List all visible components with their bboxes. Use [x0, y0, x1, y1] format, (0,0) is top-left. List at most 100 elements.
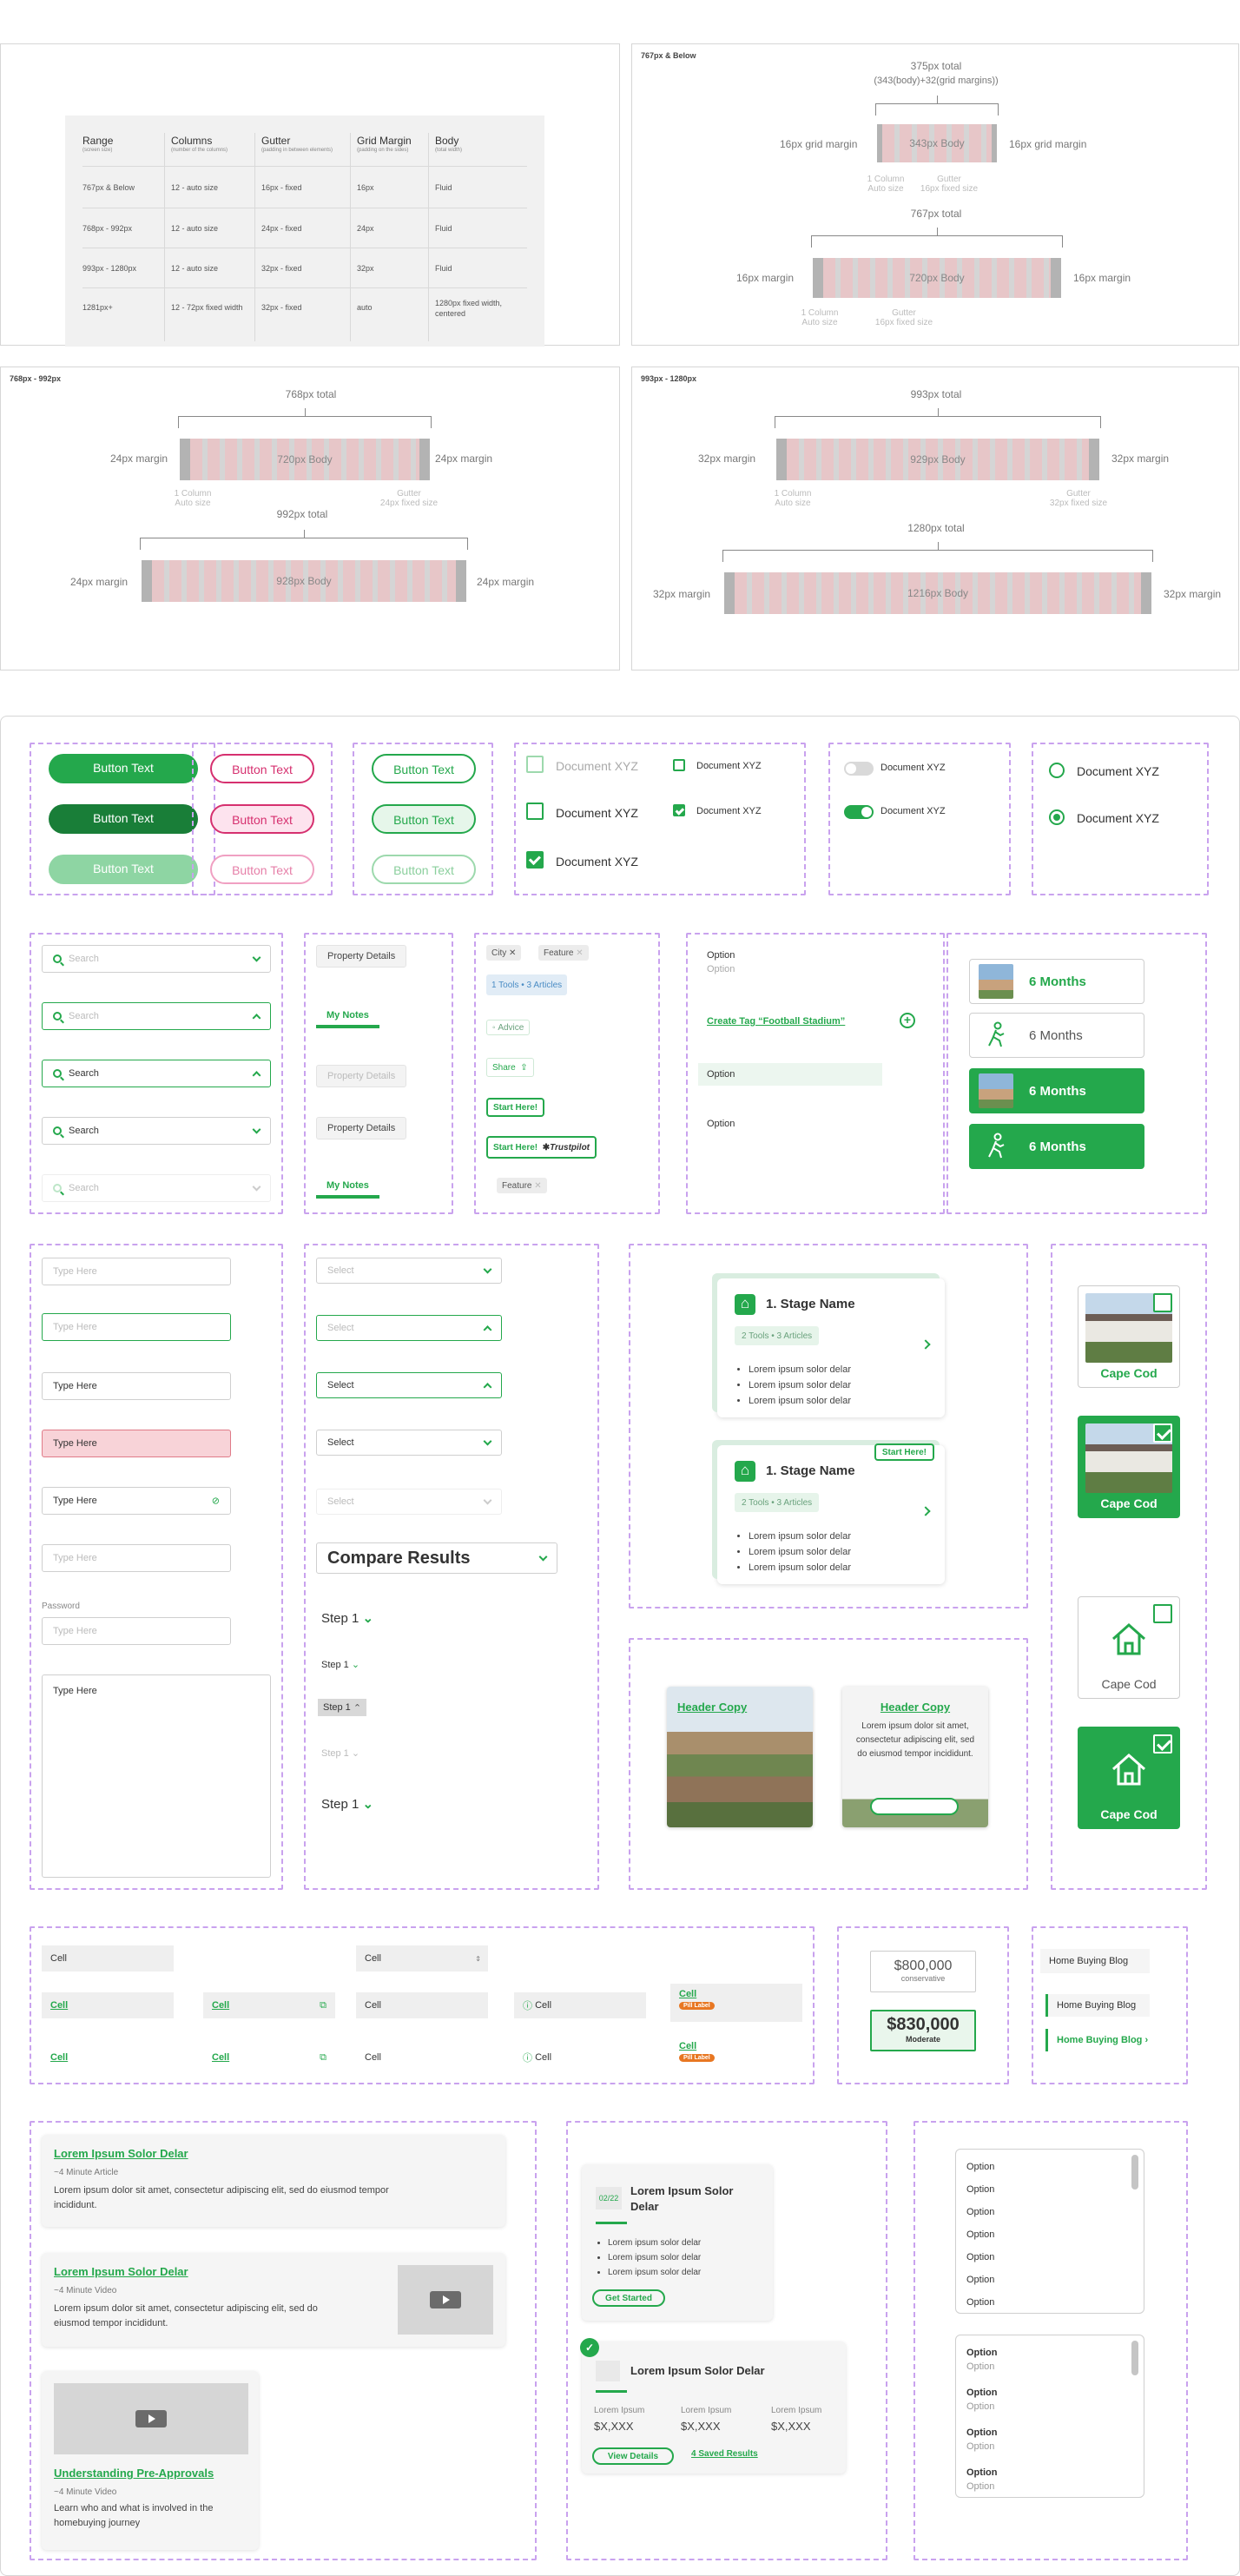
select-dropdown-open[interactable]: Select	[316, 1315, 502, 1341]
toggle-on[interactable]	[844, 805, 874, 819]
blog-link[interactable]: Home Buying Blog	[1040, 1949, 1150, 1973]
search-input-disabled[interactable]: Search	[42, 1174, 271, 1202]
outline-button-disabled[interactable]: Button Text	[372, 855, 476, 884]
toggle-off[interactable]	[844, 762, 874, 776]
select-dropdown-filled[interactable]: Select	[316, 1372, 502, 1398]
option-list-grouped[interactable]: Option Option Option Option Option Optio…	[955, 2335, 1144, 2498]
step-toggle-large[interactable]: Step 1 ⌄	[321, 1796, 373, 1812]
search-input-value[interactable]: Search	[42, 1117, 271, 1145]
search-input[interactable]: Search	[42, 945, 271, 973]
checkbox-checked[interactable]	[1153, 1734, 1172, 1754]
text-input-filled[interactable]: Type Here	[42, 1372, 231, 1400]
chip-city[interactable]: City ✕	[486, 945, 522, 961]
house-card-selected[interactable]: Cape Cod	[1078, 1416, 1180, 1518]
checkbox[interactable]	[526, 803, 544, 820]
header-card-image[interactable]: Header Copy	[667, 1687, 813, 1827]
option[interactable]: Option	[707, 1119, 735, 1129]
tab-my-notes[interactable]: My Notes	[316, 1174, 379, 1199]
stage-card[interactable]: 1. Stage Name 2 Tools • 3 Articles Lorem…	[717, 1278, 945, 1417]
house-card[interactable]: Cape Cod	[1078, 1285, 1180, 1388]
play-icon[interactable]	[398, 2265, 493, 2335]
option-group-title[interactable]: Option	[966, 2348, 997, 2358]
secondary-button[interactable]: Button Text	[210, 754, 314, 783]
table-cell-external[interactable]: Cell ⧉	[203, 2044, 335, 2071]
play-icon[interactable]	[54, 2383, 248, 2454]
checkbox[interactable]	[1153, 1293, 1172, 1312]
video-card[interactable]: Lorem Ipsum Solor Delar ~4 Minute Video …	[42, 2253, 505, 2347]
lorem-card[interactable]: 02/22 Lorem Ipsum Solor Delar Lorem ipsu…	[582, 2164, 773, 2321]
step-toggle-small[interactable]: Step 1 ⌄	[321, 1659, 359, 1670]
blog-link-hover[interactable]: Home Buying Blog ›	[1045, 2029, 1158, 2051]
text-input[interactable]: Type Here	[42, 1258, 231, 1285]
stage-tag[interactable]: 2 Tools • 3 Articles	[735, 1326, 820, 1345]
radio[interactable]	[1049, 763, 1065, 778]
checkbox[interactable]	[1153, 1604, 1172, 1623]
option-disabled[interactable]: Option	[707, 964, 735, 974]
video-card-vertical[interactable]: Understanding Pre-Approvals ~4 Minute Vi…	[42, 2371, 259, 2550]
option-group-title[interactable]: Option	[966, 2427, 997, 2438]
add-icon[interactable]: +	[900, 1013, 915, 1028]
table-cell-external[interactable]: Cell ⧉	[203, 1992, 335, 2018]
step-toggle-active[interactable]: Step 1 ⌃	[318, 1699, 367, 1716]
text-input-error[interactable]: Type Here	[42, 1430, 231, 1457]
article-title[interactable]: Lorem Ipsum Solor Delar	[54, 2265, 188, 2278]
checkbox-checked[interactable]	[526, 851, 544, 869]
checkbox-disabled[interactable]	[526, 756, 544, 773]
chip-start-here[interactable]: Start Here!	[486, 1098, 545, 1117]
get-started-button[interactable]: Get Started	[592, 2289, 665, 2307]
article-title[interactable]: Understanding Pre-Approvals	[54, 2467, 214, 2480]
eye-off-icon[interactable]: ⊘	[212, 1496, 220, 1507]
blog-link-active[interactable]: Home Buying Blog	[1045, 1994, 1150, 2017]
price-card-moderate[interactable]: $830,000 Moderate	[870, 2010, 976, 2051]
article-title[interactable]: Lorem Ipsum Solor Delar	[54, 2147, 188, 2160]
chip-tools[interactable]: 1 Tools • 3 Articles	[486, 974, 568, 995]
article-card[interactable]: Lorem Ipsum Solor Delar ~4 Minute Articl…	[42, 2135, 505, 2227]
select-dropdown[interactable]: Select	[316, 1258, 502, 1284]
option[interactable]: Option	[966, 2162, 994, 2172]
step-toggle-disabled[interactable]: Step 1 ⌄	[321, 1747, 359, 1759]
house-icon-card[interactable]: Cape Cod	[1078, 1596, 1180, 1699]
option[interactable]: Option	[966, 2275, 994, 2285]
password-input[interactable]: Type Here	[42, 1617, 231, 1645]
option[interactable]: Option	[966, 2229, 994, 2240]
text-input-focused[interactable]: Type Here	[42, 1313, 231, 1341]
search-input-filled[interactable]: Search	[42, 1060, 271, 1087]
house-icon-card-selected[interactable]: Cape Cod	[1078, 1727, 1180, 1829]
checkbox-small-checked[interactable]	[673, 804, 685, 816]
step-toggle-large[interactable]: Step 1 ⌄	[321, 1610, 373, 1626]
outline-button-pressed[interactable]: Button Text	[372, 804, 476, 834]
secondary-button-pressed[interactable]: Button Text	[210, 804, 314, 834]
create-tag-link[interactable]: Create Tag “Football Stadium”	[707, 1016, 845, 1027]
saved-results-link[interactable]: 4 Saved Results	[691, 2449, 758, 2459]
month-card-photo-selected[interactable]: 6 Months	[969, 1068, 1144, 1113]
password-input-visible[interactable]: Type Here ⊘	[42, 1487, 231, 1515]
external-link-icon[interactable]: ⧉	[320, 2000, 326, 2011]
option[interactable]: Option	[966, 2207, 994, 2217]
scrollbar[interactable]	[1131, 2155, 1138, 2190]
option[interactable]: Option	[966, 2297, 994, 2308]
header-card-button[interactable]	[870, 1798, 959, 1815]
price-card-conservative[interactable]: $800,000 conservative	[870, 1951, 976, 1992]
tab-property-details[interactable]: Property Details	[316, 1117, 407, 1139]
close-icon[interactable]: ✕	[509, 948, 516, 958]
chip-advice[interactable]: ◦ Advice	[486, 1020, 531, 1035]
option[interactable]: Option	[707, 950, 735, 961]
lorem-saved-card[interactable]: ✓ Lorem Ipsum Solor Delar Lorem Ipsum $X…	[580, 2338, 846, 2474]
option-group-title[interactable]: Option	[966, 2467, 997, 2478]
chip-feature[interactable]: Feature ✕	[497, 1178, 547, 1193]
option-list[interactable]: Option Option Option Option Option Optio…	[955, 2149, 1144, 2314]
textarea[interactable]: Type Here	[42, 1674, 271, 1878]
external-link-icon[interactable]: ⧉	[320, 2052, 326, 2064]
search-input-focused[interactable]: Search	[42, 1002, 271, 1030]
tab-property-details[interactable]: Property Details	[316, 945, 407, 968]
option[interactable]: Option	[966, 2184, 994, 2195]
month-card-icon[interactable]: 6 Months	[969, 1013, 1144, 1058]
month-card-icon-selected[interactable]: 6 Months	[969, 1124, 1144, 1169]
checkbox-checked[interactable]	[1153, 1423, 1172, 1443]
header-card-text[interactable]: Header Copy Lorem ipsum dolor sit amet, …	[842, 1687, 988, 1827]
chip-start-trustpilot[interactable]: Start Here! ✱ Trustpilot	[486, 1136, 597, 1159]
outline-button[interactable]: Button Text	[372, 754, 476, 783]
compare-results-dropdown[interactable]: Compare Results	[316, 1542, 557, 1574]
view-details-button[interactable]: View Details	[592, 2447, 674, 2465]
chevron-right-icon[interactable]	[920, 1506, 931, 1516]
